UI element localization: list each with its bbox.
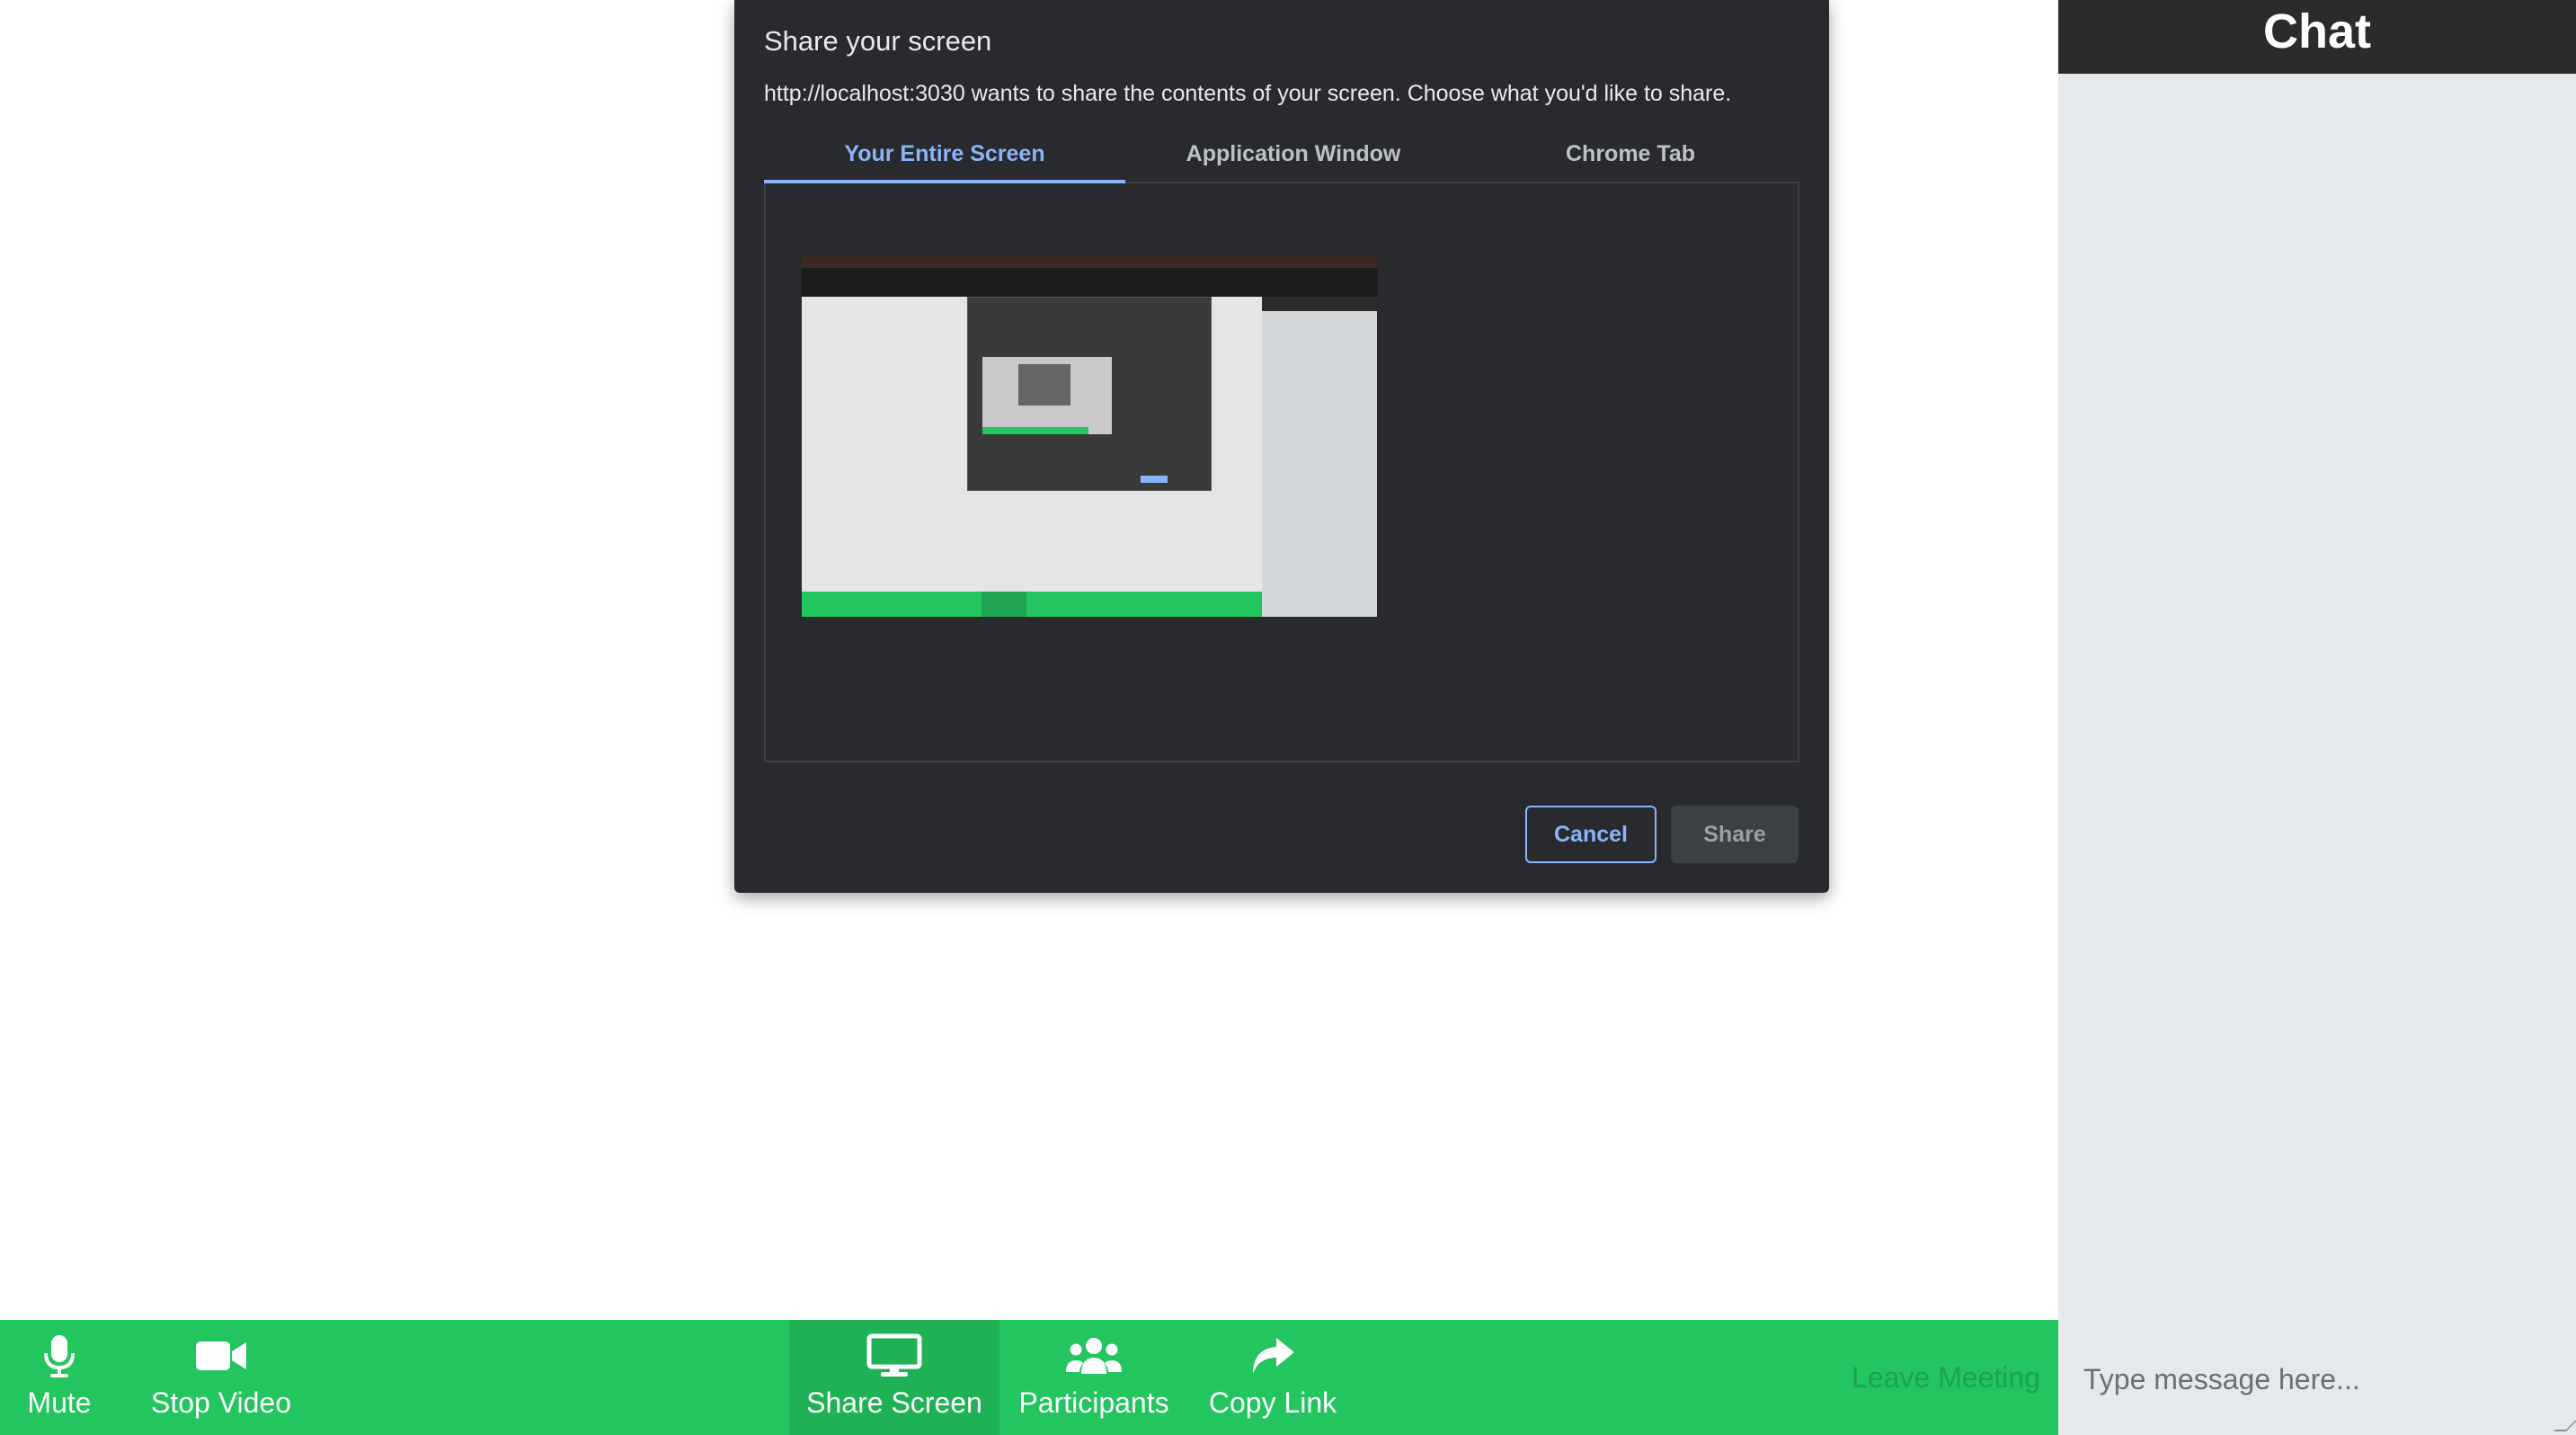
thumbnail-cancel bbox=[1141, 476, 1168, 483]
users-icon bbox=[1065, 1332, 1123, 1379]
copy-link-label: Copy Link bbox=[1208, 1386, 1337, 1419]
tab-entire-screen[interactable]: Your Entire Screen bbox=[764, 133, 1125, 183]
thumbnail-nested-dialog bbox=[1018, 364, 1070, 406]
copy-link-button[interactable]: Copy Link bbox=[1201, 1320, 1345, 1435]
dialog-description: http://localhost:3030 wants to share the… bbox=[764, 81, 1732, 106]
tab-chrome-tab[interactable]: Chrome Tab bbox=[1461, 133, 1799, 183]
share-screen-dialog: Share your screen http://localhost:3030 … bbox=[734, 0, 1829, 893]
share-confirm-button[interactable]: Share bbox=[1671, 806, 1799, 863]
mute-label: Mute bbox=[27, 1386, 92, 1419]
video-camera-icon bbox=[194, 1332, 248, 1379]
thumbnail-share-highlight bbox=[982, 592, 1026, 617]
share-source-tabs: Your Entire Screen Application Window Ch… bbox=[764, 133, 1799, 183]
mute-button[interactable]: Mute bbox=[13, 1320, 106, 1435]
participants-button[interactable]: Participants bbox=[1008, 1320, 1179, 1435]
share-screen-label: Share Screen bbox=[806, 1386, 982, 1419]
leave-meeting-button[interactable]: Leave Meeting bbox=[1843, 1320, 2049, 1435]
dialog-title: Share your screen bbox=[764, 25, 992, 57]
chat-panel: Chat bbox=[2058, 0, 2576, 1435]
stop-video-button[interactable]: Stop Video bbox=[140, 1320, 302, 1435]
cancel-button[interactable]: Cancel bbox=[1525, 806, 1657, 863]
tab-application-window[interactable]: Application Window bbox=[1125, 133, 1461, 183]
chat-message-input[interactable] bbox=[2058, 1324, 2576, 1435]
entire-screen-thumbnail[interactable] bbox=[802, 255, 1377, 617]
thumbnail-menubar bbox=[802, 255, 1377, 268]
stop-video-label: Stop Video bbox=[151, 1386, 291, 1419]
meeting-toolbar: Mute Stop Video Share Screen Participant… bbox=[0, 1320, 2058, 1435]
thumbnail-nested-screen bbox=[982, 357, 1112, 434]
thumbnail-chat-panel bbox=[1262, 297, 1377, 617]
thumbnail-dialog bbox=[967, 297, 1212, 491]
participants-label: Participants bbox=[1018, 1386, 1169, 1419]
chat-title: Chat bbox=[2058, 0, 2576, 74]
thumbnail-toolbar bbox=[802, 592, 1262, 617]
microphone-icon bbox=[41, 1332, 77, 1379]
share-arrow-icon bbox=[1249, 1332, 1296, 1379]
share-screen-button[interactable]: Share Screen bbox=[789, 1320, 999, 1435]
thumbnail-nested-toolbar bbox=[982, 427, 1088, 434]
thumbnail-browser-toolbar bbox=[802, 268, 1377, 297]
thumbnail-chat-header bbox=[1262, 297, 1377, 311]
source-picker-area bbox=[764, 183, 1799, 762]
monitor-icon bbox=[866, 1332, 922, 1379]
